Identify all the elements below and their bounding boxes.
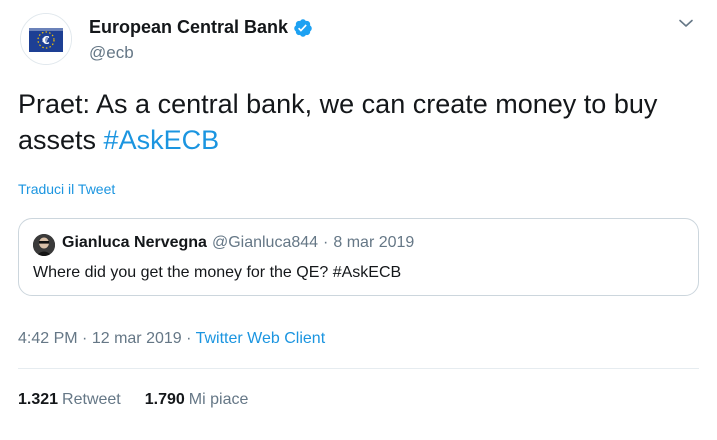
- quoted-handle: @Gianluca844: [211, 234, 319, 251]
- quoted-date: 8 mar 2019: [333, 234, 415, 251]
- verified-badge-icon: [293, 18, 313, 38]
- client-link[interactable]: Twitter Web Client: [196, 330, 326, 347]
- quoted-text: Where did you get the money for the QE? …: [33, 264, 402, 281]
- translate-tweet-link[interactable]: Traduci il Tweet: [18, 181, 115, 197]
- svg-text:€: €: [41, 34, 50, 47]
- retweets-count: 1.321: [18, 391, 59, 408]
- tweet-time[interactable]: 4:42 PM: [18, 330, 78, 347]
- author-handle[interactable]: @ecb: [89, 43, 134, 63]
- tweet-text: Praet: As a central bank, we can create …: [18, 86, 698, 158]
- tweet-date[interactable]: 12 mar 2019: [92, 330, 182, 347]
- tweet-stats: 1.321 Retweet 1.790 Mi piace: [18, 391, 248, 409]
- retweets-label: Retweet: [62, 391, 121, 408]
- divider: [18, 368, 699, 369]
- likes-stat[interactable]: 1.790 Mi piace: [145, 391, 249, 409]
- author-display-name[interactable]: European Central Bank: [89, 17, 288, 38]
- quoted-header: Gianluca Nervegna @Gianluca844 · 8 mar 2…: [62, 234, 414, 252]
- chevron-down-icon[interactable]: [677, 14, 695, 32]
- author-name-row[interactable]: European Central Bank: [89, 17, 313, 38]
- tweet-card: € European Central Bank @ecb Praet: As a…: [0, 0, 717, 440]
- quoted-tweet[interactable]: Gianluca Nervegna @Gianluca844 · 8 mar 2…: [18, 218, 699, 296]
- likes-count: 1.790: [144, 391, 185, 408]
- quoted-separator: ·: [323, 234, 329, 251]
- hashtag-link[interactable]: #AskECB: [104, 125, 220, 155]
- ecb-euro-logo-icon: €: [21, 14, 71, 64]
- meta-separator: ·: [82, 330, 88, 347]
- meta-separator: ·: [186, 330, 192, 347]
- tweet-meta: 4:42 PM · 12 mar 2019 · Twitter Web Clie…: [18, 330, 325, 348]
- author-avatar[interactable]: €: [20, 13, 72, 65]
- retweets-stat[interactable]: 1.321 Retweet: [18, 391, 121, 409]
- quoted-author-avatar: [33, 234, 55, 256]
- quoted-display-name: Gianluca Nervegna: [62, 234, 207, 251]
- likes-label: Mi piace: [188, 391, 249, 408]
